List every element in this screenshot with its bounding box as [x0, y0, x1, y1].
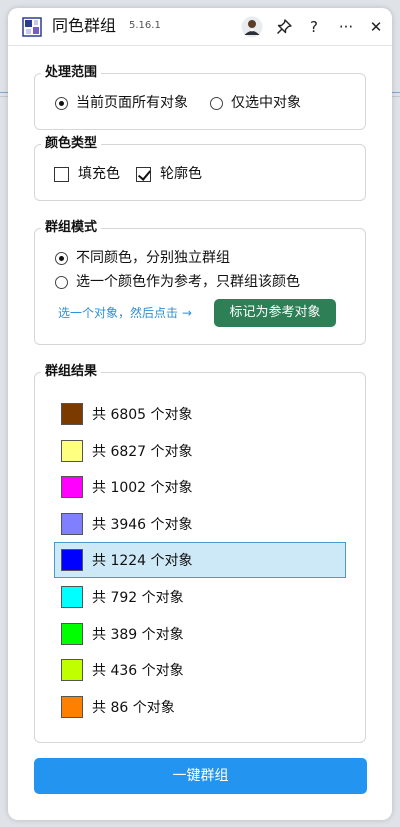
result-count: 共 436 个对象: [92, 663, 184, 680]
result-count: 共 389 个对象: [92, 626, 184, 643]
result-row[interactable]: 共 389 个对象: [54, 616, 346, 652]
results-group: 群组结果 共 6805 个对象共 6827 个对象共 1002 个对象共 394…: [34, 364, 366, 743]
result-count: 共 3946 个对象: [92, 516, 193, 533]
mode-separate-radio[interactable]: 不同颜色，分别独立群组: [55, 249, 230, 267]
scope-all-label: 当前页面所有对象: [76, 95, 188, 111]
color-swatch: [61, 586, 83, 608]
scope-selected-radio[interactable]: 仅选中对象: [210, 94, 301, 112]
group-mode-group: 群组模式 不同颜色，分别独立群组 选一个颜色作为参考，只群组该颜色 选一个对象，…: [34, 220, 366, 345]
color-swatch: [61, 512, 83, 535]
mode-reference-label: 选一个颜色作为参考，只群组该颜色: [76, 274, 300, 290]
app-logo-icon: [22, 17, 42, 37]
reference-hint: 选一个对象，然后点击 →: [58, 306, 192, 320]
color-swatch: [61, 549, 83, 572]
title-bar: 同色群组 5.16.1 ? ··· ✕: [8, 8, 392, 46]
result-count: 共 6827 个对象: [92, 443, 193, 460]
color-swatch: [61, 476, 83, 499]
result-count: 共 86 个对象: [92, 699, 175, 716]
outline-color-checkbox[interactable]: 轮廓色: [136, 165, 202, 183]
result-row[interactable]: 共 436 个对象: [54, 652, 346, 688]
radio-unselected-icon[interactable]: [210, 96, 223, 110]
group-mode-title: 群组模式: [41, 220, 102, 236]
mark-reference-button[interactable]: 标记为参考对象: [214, 299, 336, 327]
radio-unselected-icon[interactable]: [55, 275, 68, 289]
result-row[interactable]: 共 6827 个对象: [54, 433, 346, 469]
radio-selected-icon[interactable]: [55, 96, 68, 110]
scope-selected-label: 仅选中对象: [231, 95, 301, 111]
result-count: 共 1224 个对象: [92, 553, 193, 570]
result-row[interactable]: 共 6805 个对象: [54, 396, 346, 432]
app-version: 5.16.1: [129, 20, 161, 31]
user-avatar-icon[interactable]: [240, 15, 264, 39]
plugin-panel: 同色群组 5.16.1 ? ··· ✕ 处理范围 当前页面所有对象 仅选中对象 …: [8, 8, 392, 820]
result-row[interactable]: 共 1002 个对象: [54, 469, 346, 505]
checkbox-unchecked-icon[interactable]: [54, 166, 69, 182]
mode-separate-label: 不同颜色，分别独立群组: [76, 250, 230, 266]
fill-color-label: 填充色: [78, 166, 120, 182]
color-swatch: [61, 622, 83, 645]
help-icon[interactable]: ?: [302, 15, 326, 39]
pin-icon[interactable]: [272, 15, 296, 39]
color-swatch: [61, 439, 83, 462]
color-type-group: 颜色类型 填充色 轮廓色: [34, 136, 366, 201]
result-row[interactable]: 共 792 个对象: [54, 579, 346, 615]
result-count: 共 792 个对象: [92, 590, 184, 606]
mode-reference-radio[interactable]: 选一个颜色作为参考，只群组该颜色: [55, 273, 300, 291]
close-icon[interactable]: ✕: [364, 15, 388, 39]
result-row[interactable]: 共 3946 个对象: [54, 506, 346, 542]
radio-selected-icon[interactable]: [55, 251, 68, 265]
app-title: 同色群组: [52, 16, 117, 35]
color-type-title: 颜色类型: [41, 136, 102, 152]
group-all-button[interactable]: 一键群组: [34, 758, 367, 794]
more-icon[interactable]: ···: [334, 15, 358, 39]
scope-all-radio[interactable]: 当前页面所有对象: [55, 94, 188, 112]
result-row[interactable]: 共 86 个对象: [54, 689, 346, 725]
scope-group: 处理范围 当前页面所有对象 仅选中对象: [34, 65, 366, 130]
scope-title: 处理范围: [41, 65, 102, 81]
outline-color-label: 轮廓色: [160, 166, 202, 182]
color-swatch: [61, 695, 83, 718]
color-swatch: [61, 403, 83, 425]
results-title: 群组结果: [41, 364, 102, 380]
result-row[interactable]: 共 1224 个对象: [54, 542, 346, 579]
result-count: 共 1002 个对象: [92, 480, 193, 497]
fill-color-checkbox[interactable]: 填充色: [54, 165, 120, 183]
result-count: 共 6805 个对象: [92, 407, 193, 423]
color-swatch: [61, 659, 83, 682]
checkbox-checked-icon[interactable]: [136, 166, 151, 182]
